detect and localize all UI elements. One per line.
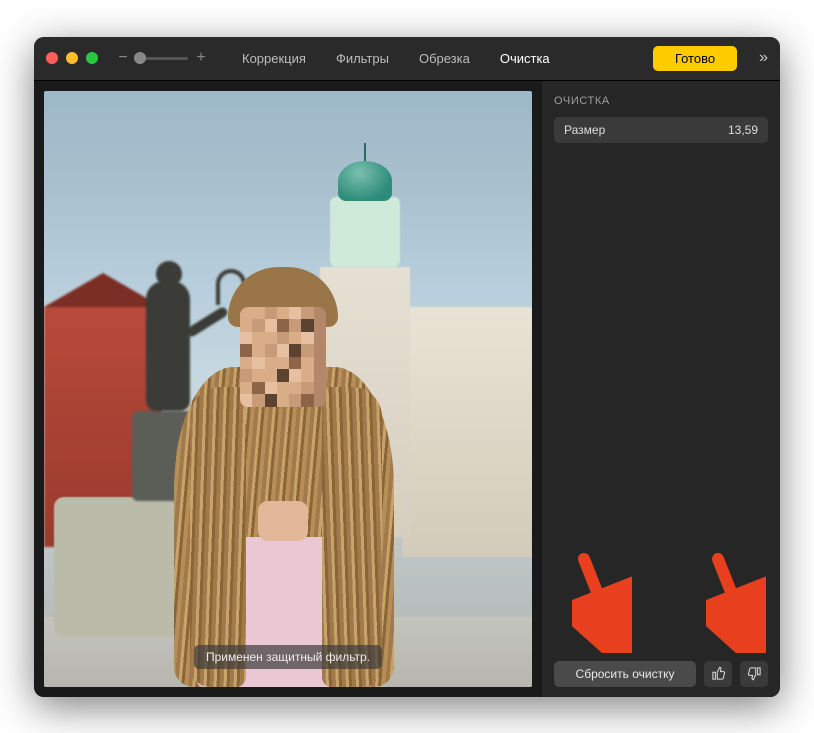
zoom-slider[interactable]	[136, 57, 188, 60]
tab-crop[interactable]: Обрезка	[405, 45, 484, 72]
cleanup-sidebar: ОЧИСТКА Размер 13,59	[542, 81, 780, 697]
titlebar: − + Коррекция Фильтры Обрезка Очистка Го…	[34, 37, 780, 81]
photo-detail	[156, 261, 182, 287]
photo-detail	[330, 197, 400, 267]
overlay-message: Применен защитный фильтр.	[194, 645, 382, 669]
window-controls	[46, 52, 98, 64]
annotation-arrow	[706, 553, 766, 653]
photo-canvas[interactable]: Применен защитный фильтр.	[44, 91, 532, 687]
photo-detail	[338, 161, 392, 201]
content-area: Применен защитный фильтр. ОЧИСТКА Размер…	[34, 81, 780, 697]
more-button[interactable]: »	[759, 49, 768, 67]
photo-detail	[258, 501, 308, 541]
brush-size-value: 13,59	[728, 123, 758, 137]
tab-cleanup[interactable]: Очистка	[486, 45, 564, 72]
tab-filters[interactable]: Фильтры	[322, 45, 403, 72]
minimize-window-button[interactable]	[66, 52, 78, 64]
sidebar-title: ОЧИСТКА	[554, 95, 768, 107]
thumbs-up-button[interactable]	[704, 661, 732, 687]
reset-cleanup-button[interactable]: Сбросить очистку	[554, 661, 696, 687]
photo-detail	[146, 281, 190, 411]
app-window: − + Коррекция Фильтры Обрезка Очистка Го…	[34, 37, 780, 697]
thumbs-up-icon	[711, 666, 726, 681]
thumbs-down-icon	[747, 666, 762, 681]
annotation-arrow	[572, 553, 632, 653]
photo-detail	[322, 387, 382, 687]
pixelated-face	[240, 307, 326, 407]
tab-correction[interactable]: Коррекция	[228, 45, 320, 72]
photo-detail	[402, 307, 532, 557]
zoom-control: − +	[116, 49, 208, 67]
brush-size-label: Размер	[564, 123, 605, 137]
photo-detail	[190, 387, 246, 687]
zoom-in-button[interactable]: +	[194, 49, 208, 67]
zoom-slider-thumb[interactable]	[134, 52, 146, 64]
canvas-area: Применен защитный фильтр.	[34, 81, 542, 697]
photo-detail	[185, 305, 229, 338]
edit-tabs: Коррекция Фильтры Обрезка Очистка	[228, 45, 637, 72]
zoom-out-button[interactable]: −	[116, 49, 130, 67]
fullscreen-window-button[interactable]	[86, 52, 98, 64]
photo-detail	[44, 273, 162, 307]
thumbs-down-button[interactable]	[740, 661, 768, 687]
brush-size-row[interactable]: Размер 13,59	[554, 117, 768, 143]
close-window-button[interactable]	[46, 52, 58, 64]
done-button[interactable]: Готово	[653, 46, 737, 71]
sidebar-footer: Сбросить очистку	[554, 661, 768, 687]
